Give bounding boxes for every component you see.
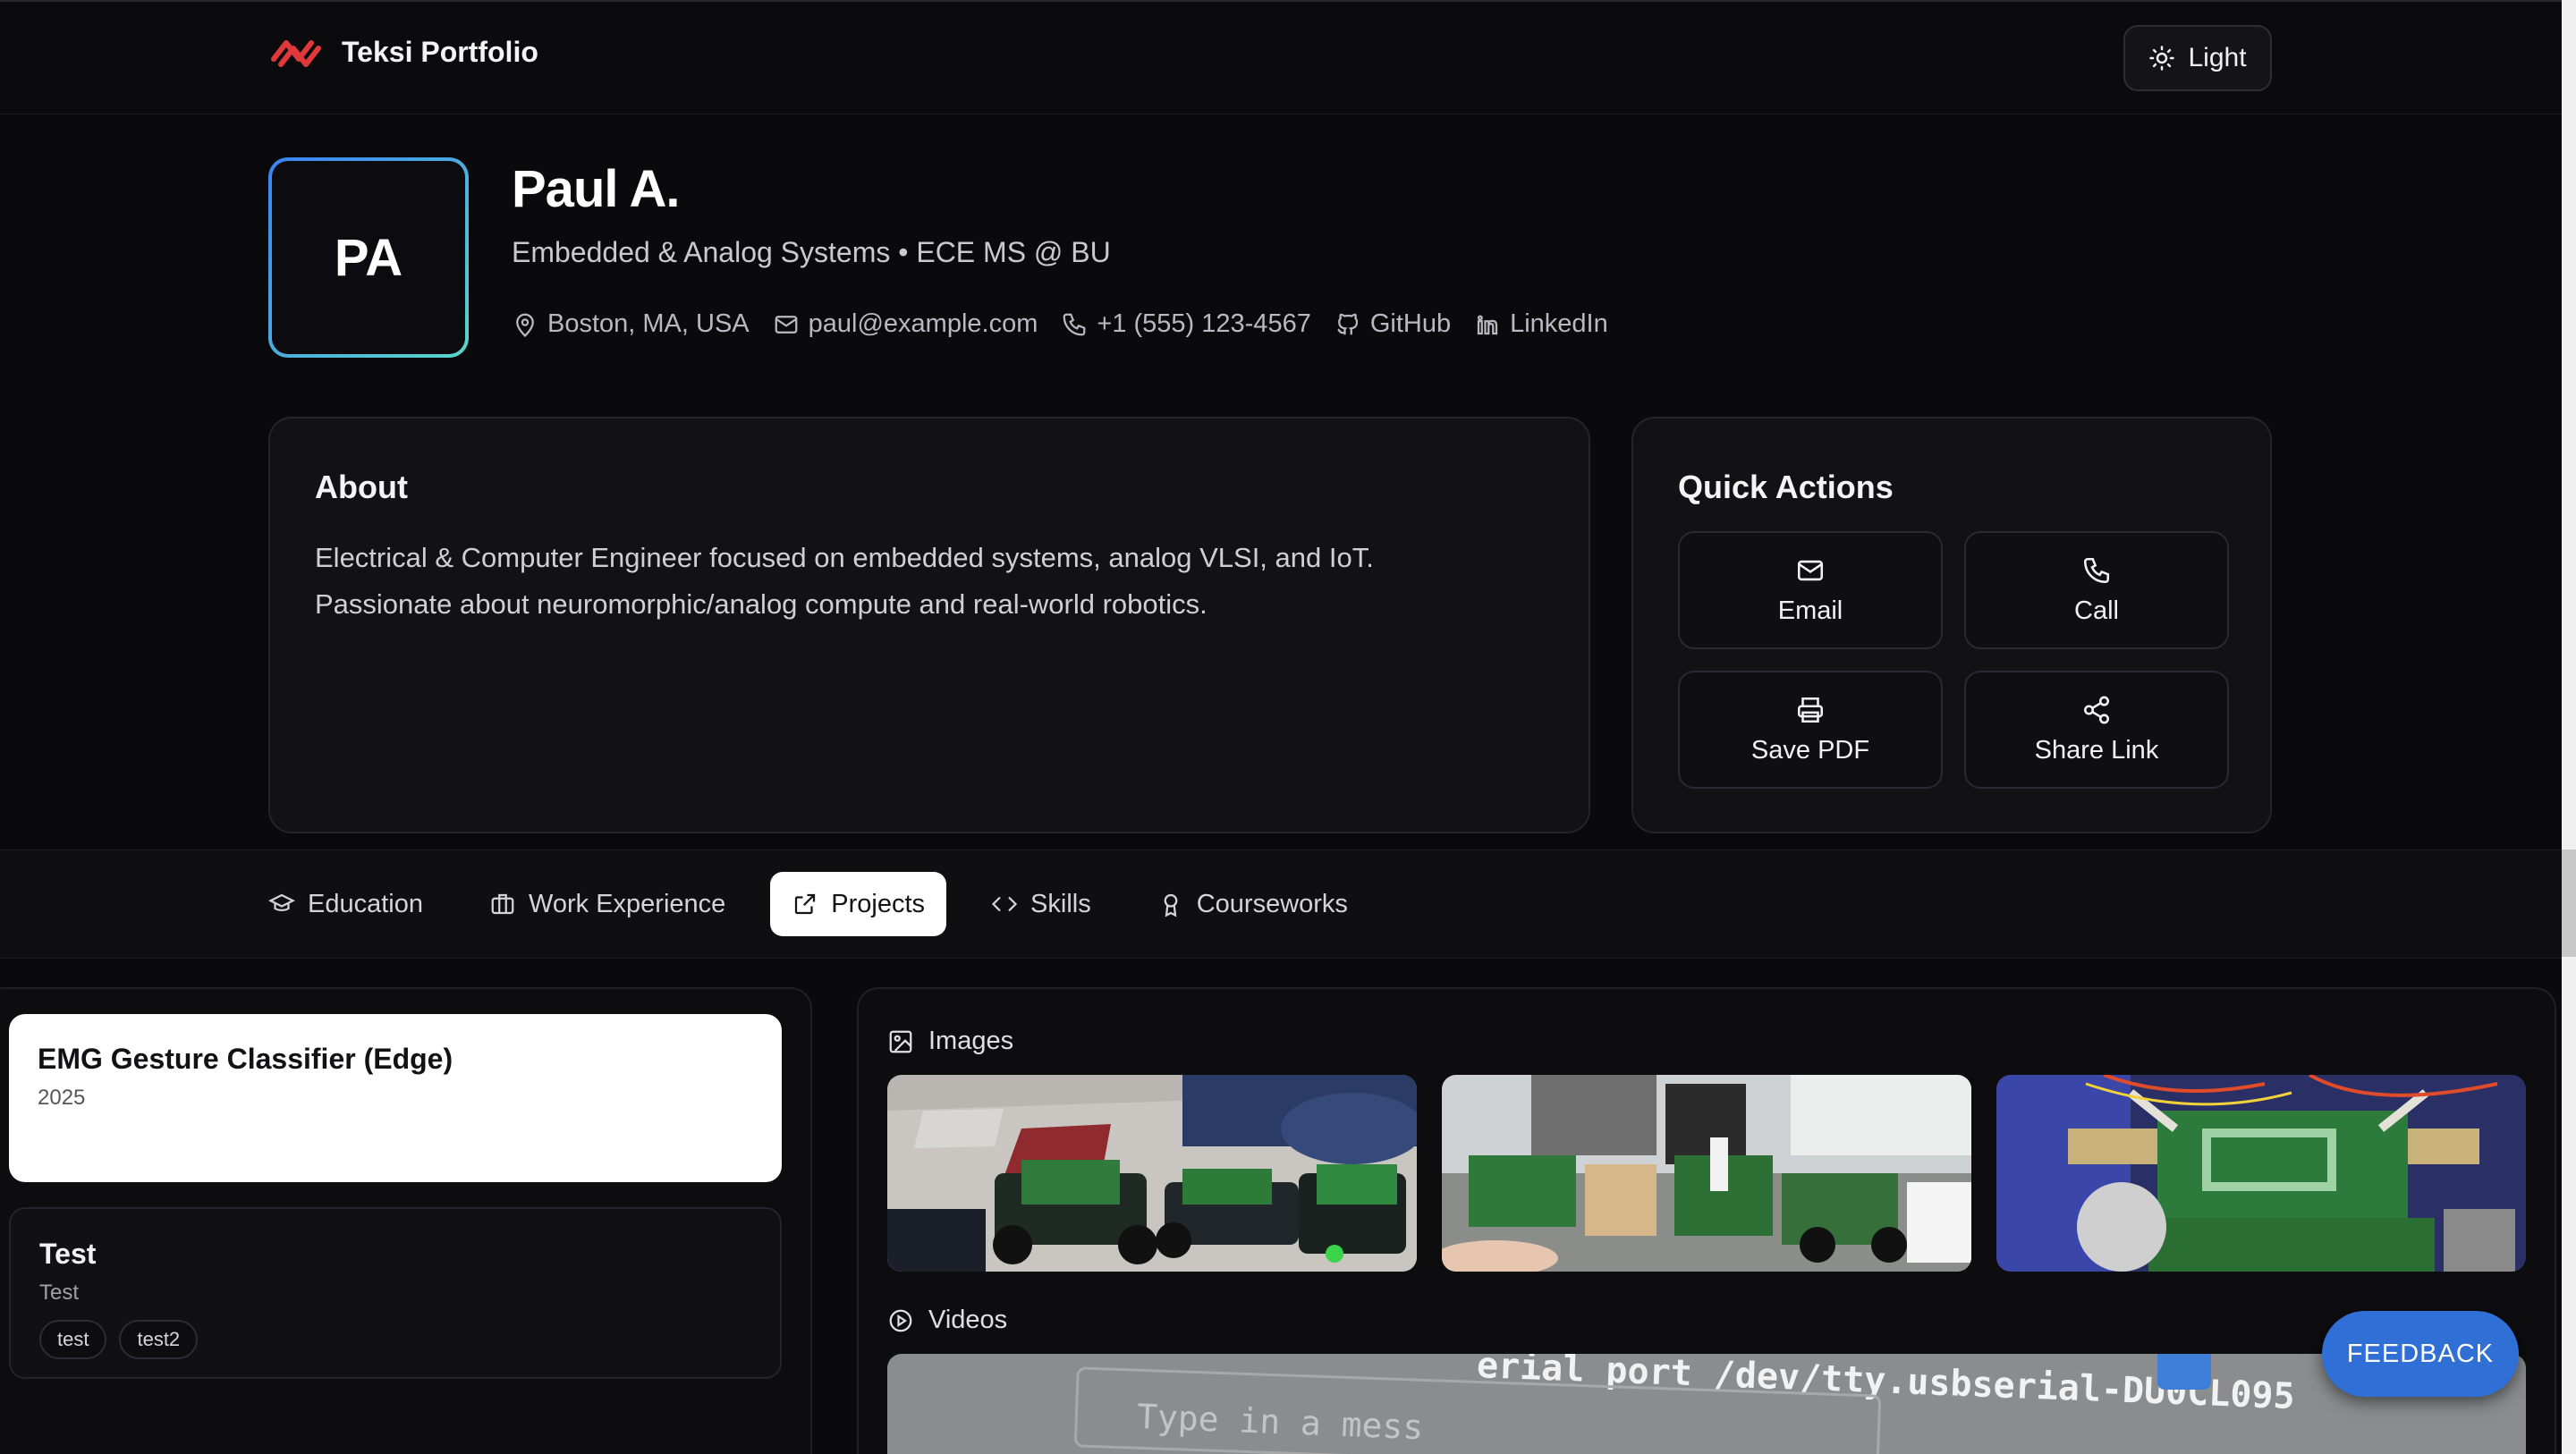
- graduation-cap-icon: [268, 893, 295, 911]
- external-link-icon: [795, 893, 816, 915]
- page-scrollbar[interactable]: [2562, 0, 2576, 1454]
- printer-icon: [1797, 697, 1824, 723]
- theme-toggle-button[interactable]: Light: [2123, 25, 2272, 91]
- phone-icon: [2083, 557, 2110, 583]
- phone-icon: [1063, 313, 1086, 335]
- save-pdf-button[interactable]: Save PDF: [1678, 671, 1943, 789]
- contact-phone-link[interactable]: +1 (555) 123-4567: [1061, 309, 1311, 339]
- theme-toggle-label: Light: [2188, 43, 2247, 72]
- tab-education[interactable]: Education: [268, 872, 445, 936]
- about-text: Electrical & Computer Engineer focused o…: [315, 535, 1531, 628]
- tab-education-label: Education: [308, 889, 423, 918]
- robot-closeup-photo: [1996, 1075, 2526, 1272]
- contact-linkedin-link[interactable]: LinkedIn: [1474, 309, 1608, 339]
- phone-text: +1 (555) 123-4567: [1097, 309, 1311, 338]
- tab-skills[interactable]: Skills: [970, 872, 1113, 936]
- call-action-button[interactable]: Call: [1964, 531, 2229, 649]
- section-tabs-bar: Education Work Experience Projects Skill…: [0, 850, 2562, 959]
- email-text: paul@example.com: [808, 309, 1038, 338]
- mail-icon: [1797, 560, 1824, 580]
- quick-actions-title: Quick Actions: [1678, 469, 1894, 505]
- avatar-initials: PA: [272, 161, 465, 354]
- map-pin-icon: [516, 313, 534, 337]
- section-tabs: Education Work Experience Projects Skill…: [268, 872, 1369, 936]
- award-icon: [1164, 893, 1178, 917]
- project-tag: test2: [119, 1320, 199, 1359]
- lab-bench-photo: [1442, 1075, 1971, 1272]
- project-title: EMG Gesture Classifier (Edge): [38, 1043, 453, 1075]
- tab-courseworks-label: Courseworks: [1196, 889, 1348, 918]
- about-line: Passionate about neuromorphic/analog com…: [315, 588, 1208, 620]
- about-line: Electrical & Computer Engineer focused o…: [315, 542, 1374, 573]
- project-subtitle: Test: [39, 1281, 80, 1305]
- images-label: Images: [928, 1027, 1014, 1055]
- tab-projects-label: Projects: [831, 889, 926, 918]
- profile-name: Paul A.: [512, 160, 680, 218]
- top-bar: Teksi Portfolio Light: [0, 0, 2562, 114]
- tab-courseworks[interactable]: Courseworks: [1136, 872, 1369, 936]
- project-tag: test: [39, 1320, 107, 1359]
- tab-work-experience[interactable]: Work Experience: [468, 872, 747, 936]
- call-action-label: Call: [2074, 596, 2119, 625]
- project-year: 2025: [38, 1086, 86, 1110]
- feedback-button[interactable]: FEEDBACK: [2322, 1311, 2519, 1397]
- videos-label: Videos: [928, 1306, 1008, 1334]
- project-image-robot-closeup[interactable]: [1996, 1075, 2526, 1272]
- briefcase-icon: [491, 893, 514, 915]
- mail-icon: [775, 315, 798, 334]
- contact-location: Boston, MA, USA: [512, 309, 750, 339]
- robots-on-floor-photo: [887, 1075, 1417, 1272]
- contact-github-link[interactable]: GitHub: [1335, 309, 1451, 339]
- about-card: About Electrical & Computer Engineer foc…: [268, 417, 1590, 833]
- tab-work-experience-label: Work Experience: [529, 889, 726, 918]
- quick-actions-card: Quick Actions Email Call Save PDF Share …: [1631, 417, 2272, 833]
- project-image-lab-bench[interactable]: [1442, 1075, 1971, 1272]
- project-title: Test: [39, 1238, 97, 1270]
- location-text: Boston, MA, USA: [547, 309, 750, 338]
- about-title: About: [315, 469, 408, 505]
- linkedin-icon: [1477, 314, 1498, 334]
- code-icon: [991, 896, 1018, 912]
- brand[interactable]: Teksi Portfolio: [268, 34, 538, 70]
- page-scrollbar-thumb[interactable]: [2562, 850, 2576, 957]
- sun-icon: [2149, 46, 2175, 71]
- share-link-button[interactable]: Share Link: [1964, 671, 2229, 789]
- github-icon: [1337, 313, 1358, 334]
- contact-email-link[interactable]: paul@example.com: [773, 309, 1038, 339]
- tab-skills-label: Skills: [1030, 889, 1091, 918]
- save-pdf-label: Save PDF: [1750, 735, 1870, 765]
- image-icon: [889, 1030, 912, 1052]
- github-text: GitHub: [1369, 309, 1452, 338]
- linkedin-text: LinkedIn: [1510, 309, 1608, 338]
- share-icon: [2083, 696, 2110, 723]
- email-action-label: Email: [1777, 596, 1843, 625]
- project-item-emg[interactable]: EMG Gesture Classifier (Edge) 2025: [9, 1014, 782, 1182]
- avatar: PA: [268, 157, 469, 358]
- brand-logo-icon: [271, 40, 321, 67]
- project-image-robots-floor[interactable]: [887, 1075, 1417, 1272]
- brand-name: Teksi Portfolio: [342, 35, 538, 68]
- tab-projects[interactable]: Projects: [770, 872, 947, 936]
- project-tags: test test2: [39, 1320, 199, 1359]
- share-link-label: Share Link: [2034, 735, 2159, 765]
- video-frame-button: [2157, 1354, 2211, 1390]
- images-section-label: Images: [887, 1027, 1013, 1056]
- play-circle-icon: [889, 1309, 912, 1331]
- profile-tagline: Embedded & Analog Systems • ECE MS @ BU: [512, 236, 1111, 268]
- email-action-button[interactable]: Email: [1678, 531, 1943, 649]
- project-video-player[interactable]: erial port /dev/tty.usbserial-DU0CL095 T…: [887, 1354, 2526, 1454]
- contact-row: Boston, MA, USA paul@example.com +1 (555…: [512, 309, 1608, 339]
- videos-section-label: Videos: [887, 1306, 1007, 1335]
- project-item-test[interactable]: Test Test test test2: [9, 1207, 782, 1379]
